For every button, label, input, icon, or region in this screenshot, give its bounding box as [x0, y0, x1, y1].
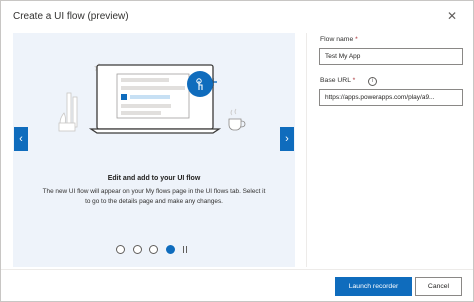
laptop-illustration [58, 63, 246, 134]
flow-name-input[interactable]: Test My App [319, 48, 463, 65]
cup-icon [228, 118, 242, 131]
slide-dot-4[interactable] [165, 245, 175, 254]
slide-dot-1[interactable] [116, 245, 125, 254]
slide-description: The new UI flow will appear on your My f… [42, 188, 266, 205]
book-icon [66, 92, 72, 128]
previous-slide-button[interactable]: ‹ [14, 127, 28, 151]
slide-heading: Edit and add to your UI flow [107, 175, 201, 182]
info-icon[interactable]: i [368, 77, 377, 86]
onboarding-carousel: ‹ › Edit and add to your UI flow The new… [13, 33, 295, 267]
create-ui-flow-dialog: Create a UI flow (preview) ✕ ‹ › Edit an… [0, 0, 474, 302]
dialog-title: Create a UI flow (preview) [13, 11, 129, 22]
footer-divider [1, 269, 473, 270]
next-slide-button[interactable]: › [280, 127, 294, 151]
slide-dot-2[interactable] [132, 245, 142, 254]
touch-icon [187, 71, 213, 97]
panel-divider [306, 33, 307, 267]
base-url-input[interactable]: https://apps.powerapps.com/play/a9... [319, 89, 463, 106]
slide-dot-3[interactable] [149, 245, 158, 254]
launch-recorder-button[interactable]: Launch recorder [335, 277, 412, 296]
base-url-label: Base URL * [320, 77, 356, 84]
close-icon[interactable]: ✕ [444, 8, 460, 24]
slide-indicator [116, 245, 187, 254]
cancel-button[interactable]: Cancel [415, 277, 462, 296]
flow-name-label: Flow name * [320, 36, 358, 43]
pause-icon[interactable] [183, 246, 187, 253]
